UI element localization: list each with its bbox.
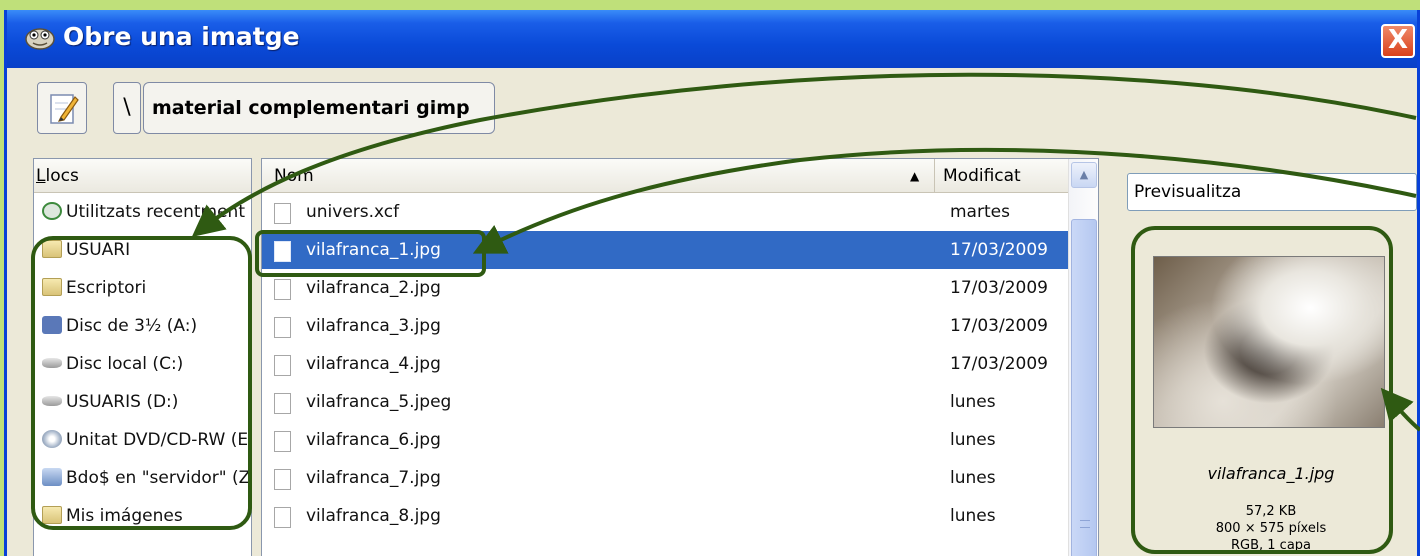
file-modified: martes bbox=[950, 202, 1010, 222]
file-row[interactable]: vilafranca_5.jpeg lunes bbox=[262, 383, 1068, 421]
place-dvd[interactable]: Unitat DVD/CD-RW (E:) bbox=[34, 421, 251, 459]
place-mis-imagenes[interactable]: Mis imágenes bbox=[34, 497, 251, 535]
file-icon bbox=[274, 203, 291, 224]
file-row[interactable]: vilafranca_3.jpg 17/03/2009 bbox=[262, 307, 1068, 345]
file-row[interactable]: vilafranca_4.jpg 17/03/2009 bbox=[262, 345, 1068, 383]
place-floppy[interactable]: Disc de 3½ (A:) bbox=[34, 307, 251, 345]
file-name: univers.xcf bbox=[306, 202, 400, 222]
file-list-header: Nom ▲ Modificat bbox=[262, 159, 1098, 193]
scroll-up-icon[interactable]: ▲ bbox=[1071, 162, 1097, 188]
gimp-icon bbox=[25, 28, 55, 50]
file-modified: lunes bbox=[950, 392, 996, 412]
place-recent[interactable]: Utilitzats recentment bbox=[34, 193, 251, 231]
window-title: Obre una imatge bbox=[63, 22, 300, 51]
file-modified: 17/03/2009 bbox=[950, 354, 1048, 374]
place-label: Disc de 3½ (A:) bbox=[66, 316, 198, 336]
file-icon bbox=[274, 393, 291, 414]
current-folder-label: material complementari gimp bbox=[152, 97, 470, 119]
type-location-button[interactable] bbox=[37, 82, 87, 134]
place-network[interactable]: Bdo$ en "servidor" (Z:) bbox=[34, 459, 251, 497]
file-row[interactable]: univers.xcf martes bbox=[262, 193, 1068, 231]
file-icon bbox=[274, 279, 291, 300]
place-usuari[interactable]: USUARI bbox=[34, 231, 251, 269]
scrollbar-grip-icon bbox=[1080, 520, 1090, 528]
preview-filename: vilafranca_1.jpg bbox=[1207, 464, 1335, 483]
places-panel: Llocs Utilitzats recentment USUARI Escri… bbox=[33, 158, 252, 556]
preview-button[interactable]: Previsualitza bbox=[1127, 173, 1417, 211]
place-label: USUARIS (D:) bbox=[66, 392, 179, 412]
place-label: Unitat DVD/CD-RW (E:) bbox=[66, 430, 252, 450]
file-list-panel: Nom ▲ Modificat univers.xcf martes vilafr… bbox=[261, 158, 1099, 556]
file-name: vilafranca_4.jpg bbox=[306, 354, 441, 374]
scrollbar-thumb[interactable] bbox=[1071, 219, 1097, 556]
dvd-icon bbox=[42, 430, 62, 448]
place-label: Utilitzats recentment bbox=[66, 202, 245, 222]
places-header-rest: locs bbox=[45, 166, 79, 186]
preview-dimensions: 800 × 575 píxels bbox=[1215, 521, 1327, 536]
close-button[interactable]: X bbox=[1381, 24, 1415, 58]
drive-icon bbox=[42, 358, 62, 368]
file-name: vilafranca_1.jpg bbox=[306, 240, 441, 260]
folder-icon bbox=[42, 278, 62, 296]
file-icon bbox=[274, 355, 291, 376]
column-header-name[interactable]: Nom bbox=[274, 159, 314, 193]
file-list-scrollbar[interactable]: ▲ bbox=[1068, 159, 1098, 556]
title-bar: Obre una imatge X bbox=[7, 10, 1417, 68]
file-list: univers.xcf martes vilafranca_1.jpg 17/03/… bbox=[262, 193, 1068, 535]
file-row-selected[interactable]: vilafranca_1.jpg 17/03/2009 bbox=[262, 231, 1068, 269]
recent-icon bbox=[42, 202, 62, 220]
preview-file-size: 57,2 KB bbox=[1245, 504, 1297, 519]
file-modified: lunes bbox=[950, 468, 996, 488]
preview-button-label: Previsualitza bbox=[1134, 182, 1242, 202]
file-modified: 17/03/2009 bbox=[950, 240, 1048, 260]
places-header: Llocs bbox=[34, 159, 251, 193]
place-usuaris[interactable]: USUARIS (D:) bbox=[34, 383, 251, 421]
place-label: Disc local (C:) bbox=[66, 354, 184, 374]
file-row[interactable]: vilafranca_7.jpg lunes bbox=[262, 459, 1068, 497]
root-path-label: \ bbox=[123, 95, 131, 120]
place-escriptori[interactable]: Escriptori bbox=[34, 269, 251, 307]
file-icon bbox=[274, 241, 291, 262]
folder-icon bbox=[42, 240, 62, 258]
file-modified: 17/03/2009 bbox=[950, 278, 1048, 298]
edit-location-icon bbox=[50, 94, 79, 124]
file-name: vilafranca_7.jpg bbox=[306, 468, 441, 488]
floppy-icon bbox=[42, 316, 62, 334]
file-icon bbox=[274, 431, 291, 452]
preview-mode: RGB, 1 capa bbox=[1230, 538, 1312, 553]
place-label: Bdo$ en "servidor" (Z:) bbox=[66, 468, 252, 488]
file-name: vilafranca_3.jpg bbox=[306, 316, 441, 336]
drive-icon bbox=[42, 396, 62, 406]
file-name: vilafranca_5.jpeg bbox=[306, 392, 452, 412]
file-name: vilafranca_6.jpg bbox=[306, 430, 441, 450]
folder-icon bbox=[42, 506, 62, 524]
file-name: vilafranca_2.jpg bbox=[306, 278, 441, 298]
open-image-dialog: Obre una imatge X \ material complementa… bbox=[4, 10, 1420, 556]
place-label: Mis imágenes bbox=[66, 506, 183, 526]
file-row[interactable]: vilafranca_2.jpg 17/03/2009 bbox=[262, 269, 1068, 307]
preview-panel: Previsualitza vilafranca_1.jpg 57,2 KB 8… bbox=[1121, 158, 1417, 556]
file-row[interactable]: vilafranca_6.jpg lunes bbox=[262, 421, 1068, 459]
sort-ascending-icon: ▲ bbox=[910, 169, 920, 183]
column-header-modified[interactable]: Modificat bbox=[934, 159, 1021, 193]
file-icon bbox=[274, 469, 291, 490]
preview-thumbnail bbox=[1153, 256, 1385, 428]
file-modified: lunes bbox=[950, 430, 996, 450]
network-drive-icon bbox=[42, 468, 62, 486]
place-label: Escriptori bbox=[66, 278, 147, 298]
file-row[interactable]: vilafranca_8.jpg lunes bbox=[262, 497, 1068, 535]
place-label: USUARI bbox=[66, 240, 131, 260]
file-icon bbox=[274, 317, 291, 338]
root-path-button[interactable]: \ bbox=[113, 82, 141, 134]
file-modified: 17/03/2009 bbox=[950, 316, 1048, 336]
file-icon bbox=[274, 507, 291, 528]
file-name: vilafranca_8.jpg bbox=[306, 506, 441, 526]
file-modified: lunes bbox=[950, 506, 996, 526]
place-disc-local[interactable]: Disc local (C:) bbox=[34, 345, 251, 383]
current-folder-button[interactable]: material complementari gimp bbox=[143, 82, 495, 134]
